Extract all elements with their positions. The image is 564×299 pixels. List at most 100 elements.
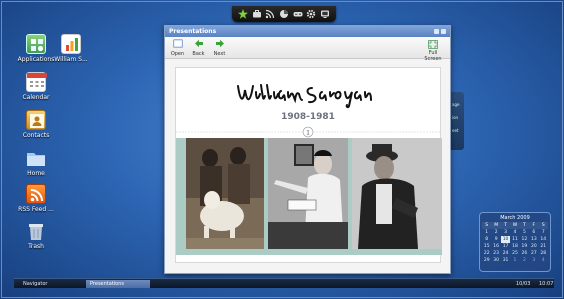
calendar-grid: S M T W T F S 1 2 3 4 5 6 7 8 9 10 11 12… xyxy=(482,222,548,264)
side-panel-item: eet xyxy=(452,128,459,133)
desktop-icon-label: Trash xyxy=(28,243,44,250)
desktop-icon-label: William S... xyxy=(54,56,88,63)
signature-graphic xyxy=(237,84,372,109)
slide-years: 1908-1981 xyxy=(281,112,335,122)
calendar-day[interactable]: 14 xyxy=(539,236,548,243)
calendar-day-today[interactable]: 10 xyxy=(500,236,511,243)
back-label: Back xyxy=(192,50,205,57)
calendar-day[interactable]: 23 xyxy=(491,250,500,257)
desktop-icon-label: RSS Feed ... xyxy=(18,206,54,213)
calendar-day[interactable]: 17 xyxy=(501,243,510,250)
fullscreen-label: Full Screen xyxy=(424,50,442,62)
calendar-day[interactable]: 31 xyxy=(501,257,510,264)
next-button[interactable]: Next xyxy=(210,39,229,57)
side-panel-tab[interactable]: age ion eet xyxy=(450,92,464,150)
window-title-bar[interactable]: Presentations xyxy=(165,26,450,37)
calendar-icon xyxy=(26,72,47,92)
calendar-day[interactable]: 11 xyxy=(510,236,519,243)
star-icon[interactable] xyxy=(237,9,248,19)
minimize-button[interactable] xyxy=(434,29,439,34)
window-controls xyxy=(434,29,446,34)
presentations-window: Presentations Open Back Next Full Screen… xyxy=(164,25,451,274)
top-dock xyxy=(232,6,336,22)
slide-divider: 1 xyxy=(176,126,440,138)
calendar-day[interactable]: 4 xyxy=(510,229,519,236)
calendar-day[interactable]: 6 xyxy=(529,229,538,236)
desktop-icon-label: Home xyxy=(27,170,45,177)
open-button[interactable]: Open xyxy=(168,38,187,57)
fullscreen-button[interactable]: Full Screen xyxy=(420,40,446,62)
calendar-day[interactable]: 13 xyxy=(529,236,538,243)
calendar-widget: March 2009 S M T W T F S 1 2 3 4 5 6 7 8… xyxy=(479,212,551,272)
contacts-icon xyxy=(26,110,46,130)
desktop-icon-contacts[interactable]: Contacts xyxy=(14,110,58,139)
calendar-day[interactable]: 28 xyxy=(539,250,548,257)
weekday-header: S xyxy=(538,222,548,229)
presentation-file-icon xyxy=(61,34,81,54)
photo-man-writing xyxy=(268,138,348,249)
navigator-button[interactable]: Navigator xyxy=(18,280,84,288)
calendar-day[interactable]: 3 xyxy=(529,257,538,264)
window-title: Presentations xyxy=(169,28,217,35)
calendar-day[interactable]: 2 xyxy=(491,229,500,236)
tv-icon[interactable] xyxy=(320,9,330,19)
briefcase-icon[interactable] xyxy=(252,9,262,19)
taskbar-item-presentations[interactable]: Presentations xyxy=(86,280,150,288)
calendar-day[interactable]: 9 xyxy=(491,236,500,243)
calendar-day[interactable]: 22 xyxy=(482,250,491,257)
photo-strip xyxy=(176,138,442,255)
weekday-header: M xyxy=(491,222,501,229)
desktop-icon-label: Contacts xyxy=(22,132,50,139)
taskbar-date: 10/03 xyxy=(516,281,531,287)
desktop-icon-label: Calendar xyxy=(22,94,50,101)
calendar-day[interactable]: 19 xyxy=(520,243,529,250)
calendar-day[interactable]: 26 xyxy=(520,250,529,257)
calendar-day[interactable]: 16 xyxy=(491,243,500,250)
desktop-icon-home[interactable]: Home xyxy=(14,148,58,177)
calendar-day[interactable]: 29 xyxy=(482,257,491,264)
fullscreen-icon xyxy=(428,40,438,49)
calendar-day[interactable]: 4 xyxy=(539,257,548,264)
calendar-day[interactable]: 5 xyxy=(520,229,529,236)
calendar-day[interactable]: 15 xyxy=(482,243,491,250)
calendar-title: March 2009 xyxy=(500,215,530,221)
rss-feed-icon xyxy=(26,184,46,204)
folder-icon xyxy=(26,148,46,168)
photo-children-with-dog xyxy=(186,138,264,249)
calendar-day[interactable]: 27 xyxy=(529,250,538,257)
next-label: Next xyxy=(213,50,226,57)
calendar-day[interactable]: 24 xyxy=(501,250,510,257)
rss-icon[interactable] xyxy=(265,9,275,19)
pie-icon[interactable] xyxy=(279,9,289,19)
calendar-day[interactable]: 21 xyxy=(539,243,548,250)
side-panel-item: ion xyxy=(452,115,459,120)
applications-icon xyxy=(26,34,46,54)
calendar-day[interactable]: 12 xyxy=(520,236,529,243)
back-button[interactable]: Back xyxy=(189,39,208,57)
svg-text:1: 1 xyxy=(306,129,310,136)
calendar-day[interactable]: 7 xyxy=(539,229,548,236)
calendar-day[interactable]: 25 xyxy=(510,250,519,257)
toolbar: Open Back Next Full Screen xyxy=(165,37,450,62)
calendar-day[interactable]: 3 xyxy=(501,229,510,236)
weekday-header: S xyxy=(482,222,492,229)
weekday-header: F xyxy=(529,222,539,229)
back-arrow-icon xyxy=(194,39,203,47)
gear-icon[interactable] xyxy=(306,9,316,19)
calendar-day[interactable]: 2 xyxy=(520,257,529,264)
desktop-icon-trash[interactable]: Trash xyxy=(14,221,58,250)
desktop-icon-rss-feed[interactable]: RSS Feed ... xyxy=(14,184,58,213)
calendar-day[interactable]: 8 xyxy=(482,236,491,243)
weekday-header: T xyxy=(519,222,530,229)
calendar-day[interactable]: 18 xyxy=(510,243,519,250)
calendar-day[interactable]: 20 xyxy=(529,243,538,250)
calendar-day[interactable]: 30 xyxy=(491,257,500,264)
calendar-day[interactable]: 1 xyxy=(482,229,491,236)
desktop-icon-calendar[interactable]: Calendar xyxy=(14,72,58,101)
close-button[interactable] xyxy=(441,29,446,34)
calendar-day[interactable]: 1 xyxy=(510,257,519,264)
weekday-header: T xyxy=(500,222,511,229)
trash-icon xyxy=(26,221,46,241)
gamepad-icon[interactable] xyxy=(293,9,303,19)
desktop-icon-william-saroyan[interactable]: William S... xyxy=(49,34,93,63)
